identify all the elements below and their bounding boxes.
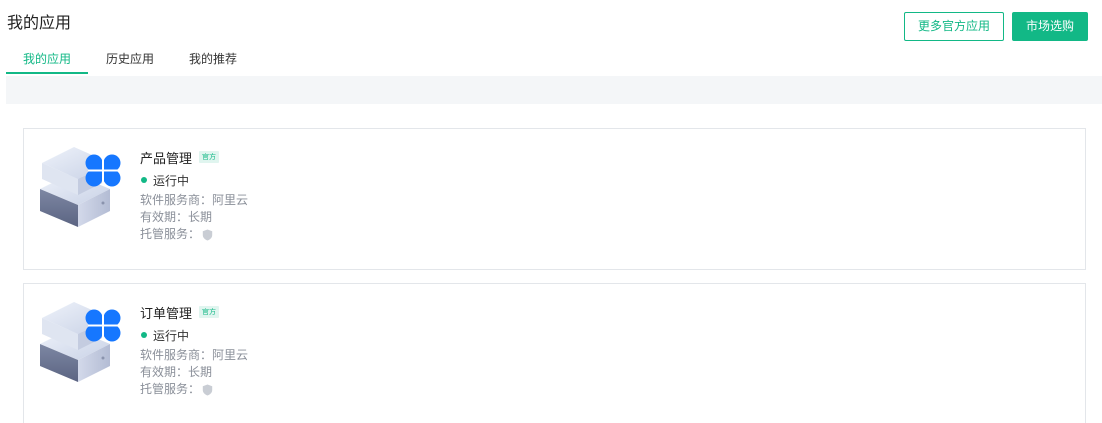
status-text: 运行中 bbox=[153, 328, 190, 343]
vendor-text: 软件服务商：阿里云 bbox=[140, 348, 249, 362]
page: 我的应用 更多官方应用 市场选购 我的应用 历史应用 我的推荐 产品管理 官方 … bbox=[0, 0, 1102, 423]
tab-history-apps[interactable]: 历史应用 bbox=[88, 46, 172, 74]
app-info: 订单管理 官方 运行中 软件服务商：阿里云 有效期：长期 托管服务： bbox=[140, 303, 248, 398]
app-card[interactable]: 订单管理 官方 运行中 软件服务商：阿里云 有效期：长期 托管服务： bbox=[23, 283, 1086, 423]
app-list: 产品管理 官方 运行中 软件服务商：阿里云 有效期：长期 托管服务： 订单管理 … bbox=[6, 104, 1102, 423]
app-name-row: 订单管理 官方 bbox=[140, 303, 248, 322]
hosting-label: 托管服务： bbox=[140, 227, 201, 241]
tab-my-apps[interactable]: 我的应用 bbox=[6, 46, 88, 74]
app-info: 产品管理 官方 运行中 软件服务商：阿里云 有效期：长期 托管服务： bbox=[140, 148, 248, 243]
tab-my-recommendations[interactable]: 我的推荐 bbox=[172, 46, 254, 74]
app-name[interactable]: 订单管理 bbox=[140, 303, 192, 322]
content-area: 产品管理 官方 运行中 软件服务商：阿里云 有效期：长期 托管服务： 订单管理 … bbox=[6, 76, 1102, 423]
hosting-label: 托管服务： bbox=[140, 382, 201, 396]
app-server-icon bbox=[40, 147, 121, 227]
app-name-row: 产品管理 官方 bbox=[140, 148, 248, 167]
hosting-row: 托管服务： bbox=[140, 226, 248, 243]
status-row: 运行中 bbox=[140, 327, 248, 343]
tab-bar: 我的应用 历史应用 我的推荐 bbox=[6, 46, 254, 74]
app-card[interactable]: 产品管理 官方 运行中 软件服务商：阿里云 有效期：长期 托管服务： bbox=[23, 128, 1086, 270]
page-title: 我的应用 bbox=[7, 13, 72, 32]
status-dot-icon bbox=[141, 332, 147, 338]
shield-icon bbox=[202, 384, 213, 395]
app-server-icon bbox=[40, 302, 121, 382]
validity-text: 有效期：长期 bbox=[140, 365, 213, 379]
hosting-row: 托管服务： bbox=[140, 381, 248, 398]
shield-icon bbox=[202, 229, 213, 240]
validity-text: 有效期：长期 bbox=[140, 210, 213, 224]
status-dot-icon bbox=[141, 177, 147, 183]
official-badge: 官方 bbox=[199, 306, 220, 318]
vendor-text: 软件服务商：阿里云 bbox=[140, 193, 249, 207]
app-name[interactable]: 产品管理 bbox=[140, 148, 192, 167]
market-purchase-button[interactable]: 市场选购 bbox=[1011, 12, 1088, 41]
official-badge: 官方 bbox=[199, 151, 220, 163]
more-official-apps-button[interactable]: 更多官方应用 bbox=[903, 12, 1004, 41]
status-row: 运行中 bbox=[140, 172, 248, 188]
status-text: 运行中 bbox=[153, 173, 190, 188]
header-actions: 更多官方应用 市场选购 bbox=[903, 12, 1088, 41]
